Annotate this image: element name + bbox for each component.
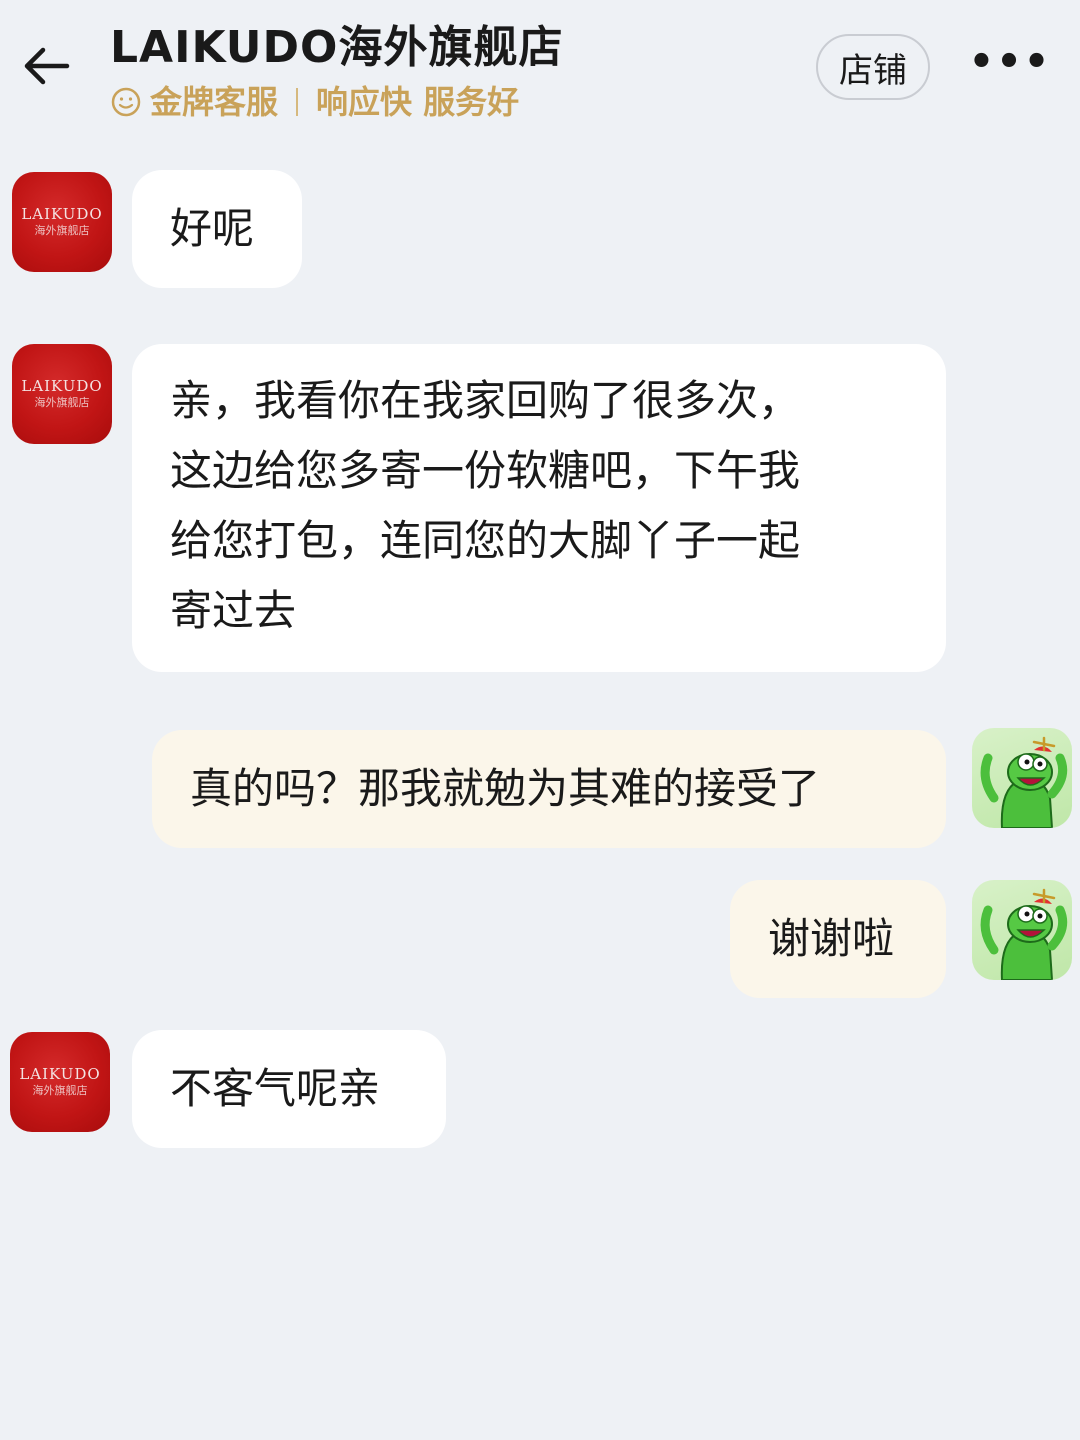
- shop-button[interactable]: 店铺: [816, 34, 930, 100]
- message-line: 给您打包，连同您的大脚丫子一起: [170, 516, 801, 565]
- service-slogan: 响应快 服务好: [316, 83, 520, 121]
- green-cartoon-frog-icon: [980, 888, 1068, 980]
- shop-avatar-sub: 海外旗舰店: [34, 224, 90, 237]
- shop-avatar[interactable]: LAIKUDO 海外旗舰店: [12, 344, 112, 444]
- title-area: LAIKUDO海外旗舰店 金牌客服 响应快 服务好: [110, 20, 563, 124]
- message-bubble-incoming[interactable]: 亲，我看你在我家回购了很多次， 这边给您多寄一份软糖吧，下午我 给您打包，连同您…: [132, 344, 946, 672]
- smile-face-icon: [110, 86, 142, 118]
- message-bubble-incoming[interactable]: 好呢: [132, 170, 302, 288]
- gold-service-badge: 金牌客服: [150, 83, 279, 121]
- shop-avatar[interactable]: LAIKUDO 海外旗舰店: [12, 172, 112, 272]
- message-bubble-incoming[interactable]: 不客气呢亲: [132, 1030, 446, 1148]
- message-bubble-outgoing[interactable]: 真的吗？那我就勉为其难的接受了: [152, 730, 946, 848]
- message-text: 真的吗？那我就勉为其难的接受了: [190, 764, 821, 813]
- green-cartoon-frog-icon: [980, 736, 1068, 828]
- arrow-left-icon: [24, 47, 70, 85]
- message-text: 不客气呢亲: [170, 1064, 381, 1113]
- more-options-button[interactable]: •••: [969, 39, 1050, 85]
- message-bubble-outgoing[interactable]: 谢谢啦: [730, 880, 946, 998]
- store-title[interactable]: LAIKUDO海外旗舰店: [110, 20, 563, 76]
- user-avatar[interactable]: [972, 880, 1072, 980]
- shop-avatar-brand: LAIKUDO: [19, 1065, 101, 1083]
- message-text: 好呢: [170, 204, 255, 253]
- subtitle-divider: [296, 88, 299, 116]
- user-avatar[interactable]: [972, 728, 1072, 828]
- message-text: 谢谢啦: [768, 914, 895, 963]
- back-button[interactable]: [16, 36, 76, 96]
- shop-avatar[interactable]: LAIKUDO 海外旗舰店: [10, 1032, 110, 1132]
- shop-avatar-sub: 海外旗舰店: [32, 1084, 88, 1097]
- shop-avatar-brand: LAIKUDO: [21, 205, 103, 223]
- shop-avatar-brand: LAIKUDO: [21, 377, 103, 395]
- message-line: 这边给您多寄一份软糖吧，下午我: [170, 446, 801, 495]
- message-line: 亲，我看你在我家回购了很多次，: [170, 376, 801, 425]
- message-line: 寄过去: [170, 586, 297, 635]
- shop-avatar-sub: 海外旗舰店: [34, 396, 90, 409]
- chat-header: LAIKUDO海外旗舰店 金牌客服 响应快 服务好 店铺 •••: [0, 0, 1080, 150]
- service-subtitle: 金牌客服 响应快 服务好: [110, 80, 563, 124]
